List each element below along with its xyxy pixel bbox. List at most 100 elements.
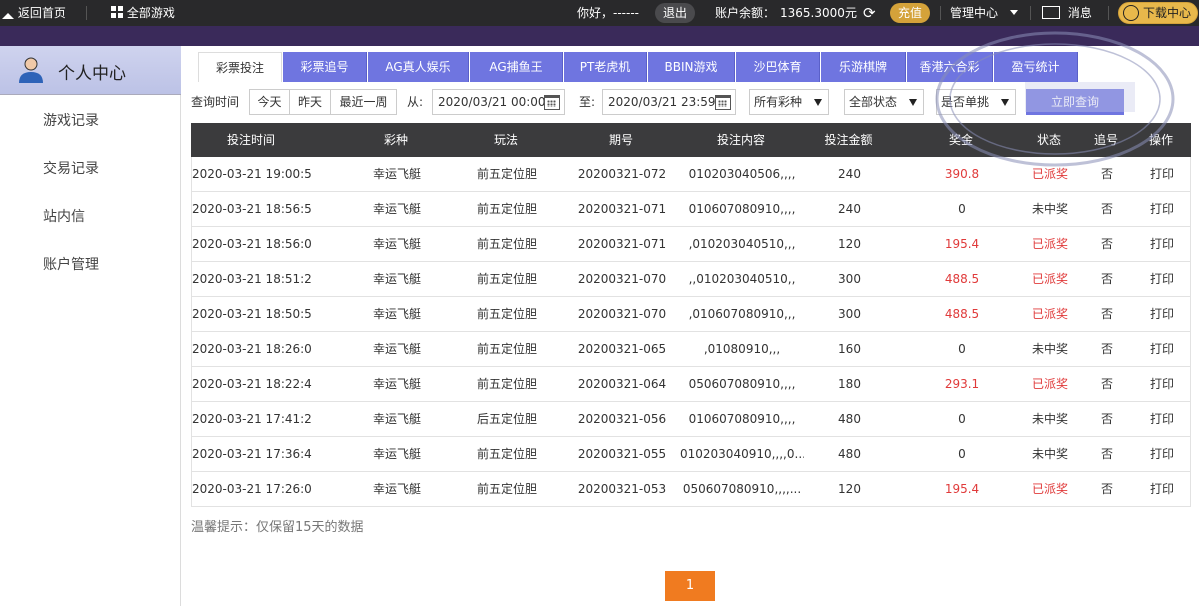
cell-amount: 480 xyxy=(838,412,861,426)
print-link[interactable]: 打印 xyxy=(1137,472,1187,507)
print-link[interactable]: 打印 xyxy=(1137,332,1187,367)
print-link[interactable]: 打印 xyxy=(1137,157,1187,192)
cell-bet-time: 2020-03-21 19:00:59 xyxy=(192,167,312,181)
all-games-link[interactable]: 全部游戏 xyxy=(111,0,175,26)
sidebar-item-transaction-records[interactable]: 交易记录 xyxy=(43,158,99,178)
status-select[interactable]: 全部状态 xyxy=(844,89,924,115)
print-link[interactable]: 打印 xyxy=(1137,437,1187,472)
cell-status: 未中奖 xyxy=(1031,342,1068,356)
tab-lottery-chase[interactable]: 彩票追号 xyxy=(283,52,367,82)
sidebar: 个人中心 游戏记录 交易记录 站内信 账户管理 xyxy=(0,46,181,606)
from-date-input[interactable]: 2020/03/21 00:00 xyxy=(432,89,565,115)
divider xyxy=(1108,6,1109,20)
print-link[interactable]: 打印 xyxy=(1137,297,1187,332)
tab-pt-slots[interactable]: PT老虎机 xyxy=(564,52,647,82)
col-header: 追号 xyxy=(1093,133,1118,147)
table-header: 投注时间 彩种 玩法 期号 投注内容 投注金额 奖金 状态 追号 操作 xyxy=(191,123,1191,157)
tab-leyou-cards[interactable]: 乐游棋牌 xyxy=(821,52,906,82)
print-link[interactable]: 打印 xyxy=(1137,367,1187,402)
cell-bet-time: 2020-03-21 17:41:29 xyxy=(192,412,312,426)
messages-link[interactable]: 消息 xyxy=(1042,0,1092,26)
table-row: 2020-03-21 18:51:29 幸运飞艇 前五定位胆 20200321-070… xyxy=(191,262,1191,297)
cell-status: 未中奖 xyxy=(1031,202,1068,216)
management-menu[interactable]: 管理中心 xyxy=(950,0,1018,26)
sidebar-item-inbox[interactable]: 站内信 xyxy=(43,206,85,226)
yesterday-button[interactable]: 昨天 xyxy=(289,89,331,115)
cell-prize: 195.4 xyxy=(944,237,980,251)
col-header: 操作 xyxy=(1148,133,1173,147)
today-button[interactable]: 今天 xyxy=(249,89,290,115)
lottery-type-select[interactable]: 所有彩种 xyxy=(749,89,829,115)
page-button-current[interactable]: 1 xyxy=(665,571,715,601)
cell-lottery: 幸运飞艇 xyxy=(372,482,421,496)
cell-issue: 20200321-070 xyxy=(577,307,667,321)
cell-lottery: 幸运飞艇 xyxy=(372,202,421,216)
col-header: 期号 xyxy=(608,133,633,147)
print-link[interactable]: 打印 xyxy=(1137,227,1187,262)
print-link[interactable]: 打印 xyxy=(1137,192,1187,227)
cell-bet-content: 010203040910,,,,0... xyxy=(680,447,804,461)
cell-bet-content: ,,010203040510,, xyxy=(688,272,796,286)
cell-play: 前五定位胆 xyxy=(476,377,537,391)
cell-lottery: 幸运飞艇 xyxy=(372,272,421,286)
cell-play: 前五定位胆 xyxy=(476,482,537,496)
cell-lottery: 幸运飞艇 xyxy=(372,412,421,426)
tab-ag-fishing[interactable]: AG捕鱼王 xyxy=(470,52,563,82)
cell-status: 已派奖 xyxy=(1031,237,1068,251)
cell-issue: 20200321-072 xyxy=(577,167,667,181)
main-panel: 彩票投注 彩票追号 AG真人娱乐 AG捕鱼王 PT老虎机 BBIN游戏 沙巴体育… xyxy=(181,46,1199,606)
cell-amount: 300 xyxy=(838,272,861,286)
cell-chase: 否 xyxy=(1100,307,1113,321)
sidebar-item-account[interactable]: 账户管理 xyxy=(43,254,99,274)
download-center-button[interactable]: 下载中心 xyxy=(1118,2,1198,24)
col-header: 投注金额 xyxy=(824,133,873,147)
query-button[interactable]: 立即查询 xyxy=(1026,89,1124,115)
cell-lottery: 幸运飞艇 xyxy=(372,307,421,321)
cell-issue: 20200321-056 xyxy=(577,412,667,426)
col-header: 投注内容 xyxy=(716,133,765,147)
cell-bet-content: ,010203040510,,, xyxy=(688,237,796,251)
grid-icon xyxy=(111,6,123,18)
single-bet-select[interactable]: 是否单挑 xyxy=(936,89,1016,115)
cell-status: 已派奖 xyxy=(1031,272,1068,286)
header-band xyxy=(0,26,1199,46)
cell-issue: 20200321-064 xyxy=(577,377,667,391)
col-header: 投注时间 xyxy=(226,133,275,147)
to-date-input[interactable]: 2020/03/21 23:59 xyxy=(602,89,736,115)
tab-lottery-bets[interactable]: 彩票投注 xyxy=(198,52,282,82)
from-label: 从: xyxy=(407,95,424,109)
cell-bet-time: 2020-03-21 18:22:46 xyxy=(192,377,312,391)
tab-saba-sports[interactable]: 沙巴体育 xyxy=(736,52,820,82)
cell-amount: 480 xyxy=(838,447,861,461)
calendar-icon[interactable] xyxy=(544,95,560,110)
cell-play: 前五定位胆 xyxy=(476,237,537,251)
home-link[interactable]: 返回首页 xyxy=(2,0,66,26)
cell-lottery: 幸运飞艇 xyxy=(372,377,421,391)
col-header: 玩法 xyxy=(493,133,518,147)
table-row: 2020-03-21 19:00:59 幸运飞艇 前五定位胆 20200321-072… xyxy=(191,157,1191,192)
cell-issue: 20200321-053 xyxy=(577,482,667,496)
cell-status: 未中奖 xyxy=(1031,447,1068,461)
tab-profit-stats[interactable]: 盈亏统计 xyxy=(994,52,1078,82)
cell-issue: 20200321-065 xyxy=(577,342,667,356)
cell-amount: 120 xyxy=(838,482,861,496)
cell-bet-time: 2020-03-21 18:51:29 xyxy=(192,272,312,286)
recharge-button[interactable]: 充值 xyxy=(890,3,931,23)
tab-bbin[interactable]: BBIN游戏 xyxy=(648,52,735,82)
cell-status: 已派奖 xyxy=(1031,167,1068,181)
filter-bar: 查询时间 今天 昨天 最近一周 从: 2020/03/21 00:00 至: 2… xyxy=(191,89,1191,115)
print-link[interactable]: 打印 xyxy=(1137,402,1187,437)
print-link[interactable]: 打印 xyxy=(1137,262,1187,297)
tab-ag-live[interactable]: AG真人娱乐 xyxy=(368,52,469,82)
table-row: 2020-03-21 18:22:46 幸运飞艇 前五定位胆 20200321-064… xyxy=(191,367,1191,402)
calendar-icon[interactable] xyxy=(715,95,731,110)
tab-hk-mark-six[interactable]: 香港六合彩 xyxy=(907,52,993,82)
cell-lottery: 幸运飞艇 xyxy=(372,237,421,251)
balance-unit: 元 xyxy=(845,6,858,20)
table-row: 2020-03-21 18:50:53 幸运飞艇 前五定位胆 20200321-070… xyxy=(191,297,1191,332)
logout-button[interactable]: 退出 xyxy=(655,3,696,23)
sidebar-item-game-records[interactable]: 游戏记录 xyxy=(43,110,99,130)
refresh-icon[interactable]: ⟳ xyxy=(863,0,876,26)
chevron-down-icon xyxy=(1009,10,1018,15)
last-week-button[interactable]: 最近一周 xyxy=(330,89,397,115)
